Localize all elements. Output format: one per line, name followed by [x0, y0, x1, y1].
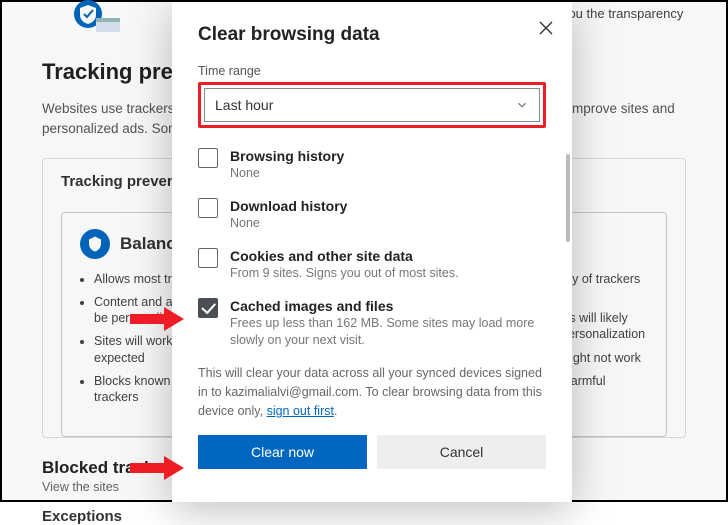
clear-now-button[interactable]: Clear now	[198, 435, 367, 469]
list-scrollbar[interactable]	[566, 154, 570, 242]
item-cached-images[interactable]: Cached images and files Frees up less th…	[198, 292, 546, 359]
sync-footer-text: This will clear your data across all you…	[198, 364, 546, 420]
checkbox-download-history[interactable]	[198, 198, 218, 218]
checkbox-cookies[interactable]	[198, 248, 218, 268]
item-download-history[interactable]: Download history None	[198, 192, 546, 242]
checkbox-browsing-history[interactable]	[198, 148, 218, 168]
cancel-button[interactable]: Cancel	[377, 435, 546, 469]
time-range-select[interactable]: Last hour	[204, 88, 540, 122]
item-browsing-history[interactable]: Browsing history None	[198, 142, 546, 192]
time-range-value: Last hour	[215, 97, 273, 113]
chevron-down-icon	[515, 98, 529, 112]
time-range-label: Time range	[198, 64, 546, 78]
data-type-list: Browsing history None Download history N…	[198, 142, 546, 358]
item-cookies[interactable]: Cookies and other site data From 9 sites…	[198, 242, 546, 292]
dialog-title: Clear browsing data	[198, 24, 546, 46]
sign-out-link[interactable]: sign out first	[267, 404, 334, 418]
clear-browsing-data-dialog: Clear browsing data Time range Last hour…	[172, 2, 572, 502]
checkbox-cached-images[interactable]	[198, 298, 218, 318]
close-icon[interactable]	[534, 16, 558, 40]
time-range-highlight: Last hour	[198, 82, 546, 128]
exceptions-heading: Exceptions	[42, 508, 686, 525]
